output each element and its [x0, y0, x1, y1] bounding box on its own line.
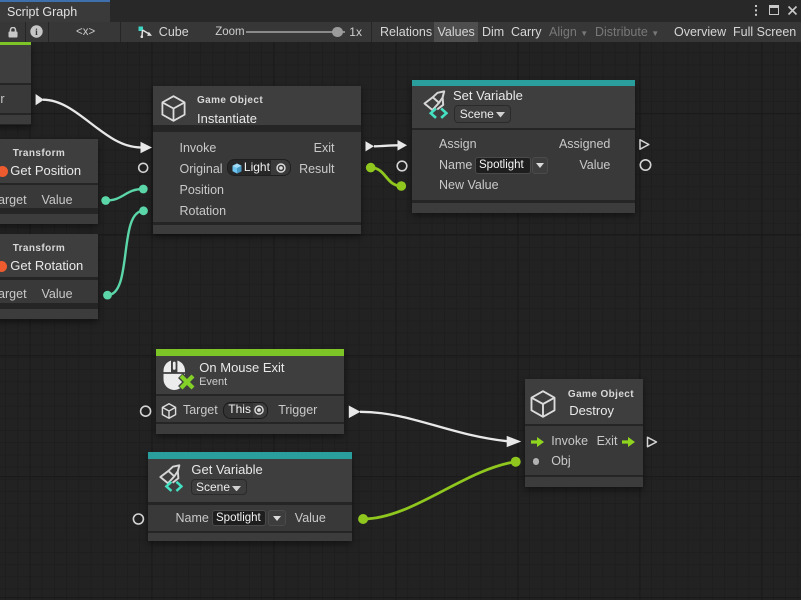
- svg-text:i: i: [35, 28, 38, 38]
